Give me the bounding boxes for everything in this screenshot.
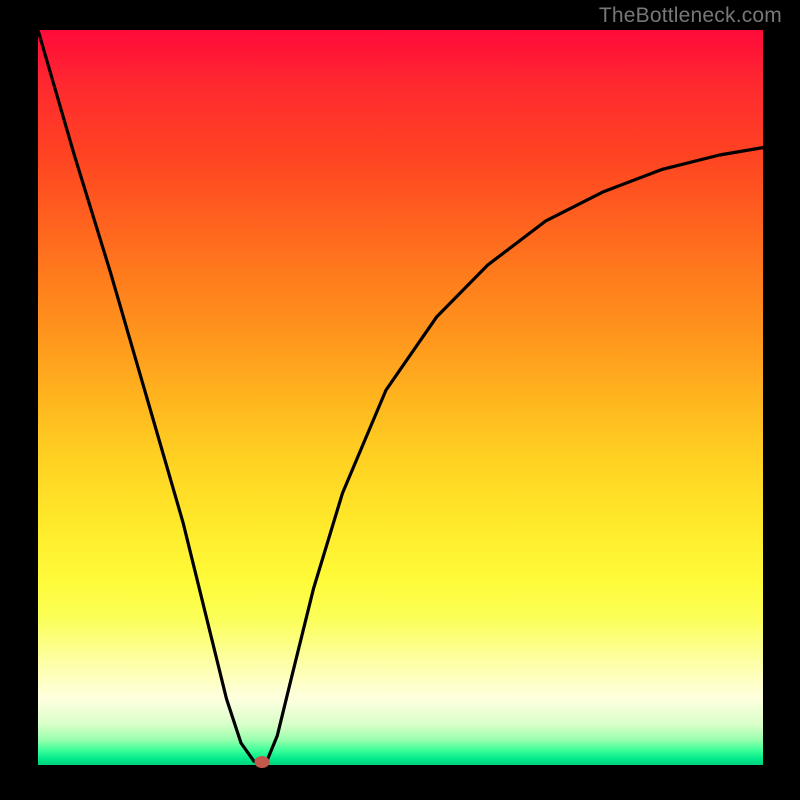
chart-container: TheBottleneck.com (0, 0, 800, 800)
watermark-text: TheBottleneck.com (599, 4, 782, 28)
plot-area (38, 30, 763, 765)
optimum-marker (255, 756, 270, 768)
curve-svg (38, 30, 763, 765)
bottleneck-curve (38, 30, 763, 762)
